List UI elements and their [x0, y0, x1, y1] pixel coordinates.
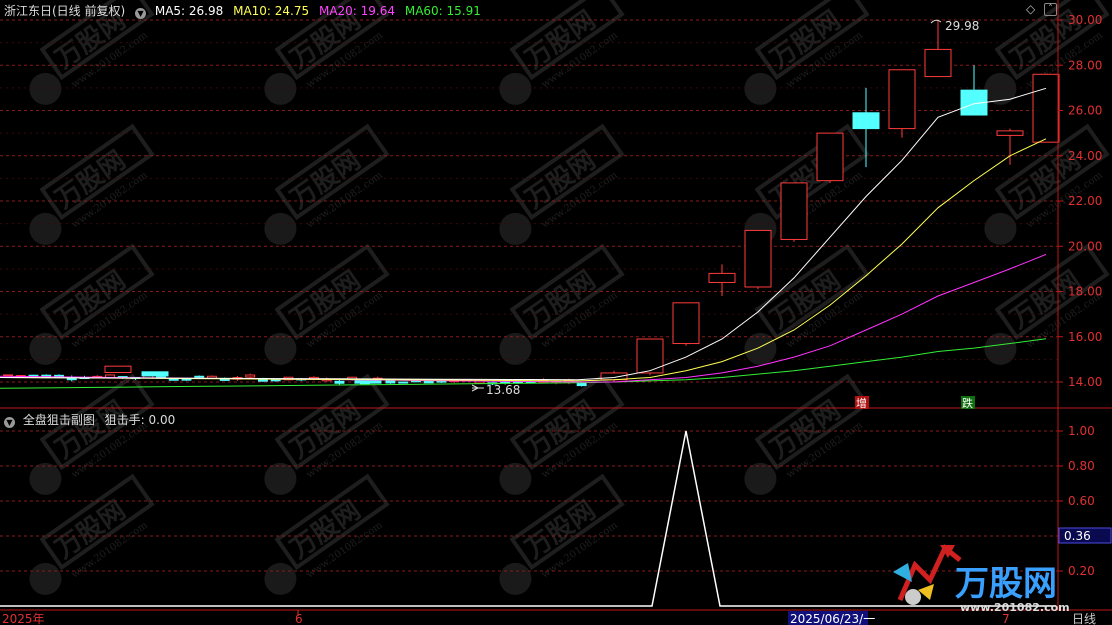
tag-die-label: 跌 — [962, 396, 973, 410]
candle — [1032, 73, 1060, 143]
candle — [888, 69, 916, 130]
candle — [181, 378, 192, 381]
candle — [924, 48, 952, 78]
period-label: 日线 — [1072, 612, 1096, 625]
candle — [270, 379, 281, 382]
watermark-tile: 万股网www.201082.com — [264, 473, 390, 595]
indicator-axis: 1.000.800.600.400.20 — [1058, 424, 1095, 578]
brand-logo: 万股网 www.201082.com — [893, 544, 1070, 614]
main-header: 浙江东日(日线 前复权) ▼ MA5: 26.98 MA10: 24.75 MA… — [4, 2, 487, 19]
x-label-start: 2025年 — [2, 612, 45, 625]
y-tick-label: 28.00 — [1068, 58, 1102, 72]
watermark-tile: 万股网www.201082.com — [984, 243, 1110, 365]
candle — [245, 374, 256, 378]
indicator-value: 狙击手: 0.00 — [104, 413, 176, 427]
watermark-tile: 万股网www.201082.com — [29, 473, 155, 595]
y-tick-label: 22.00 — [1068, 194, 1102, 208]
watermark-tile: 万股网www.201082.com — [29, 123, 155, 245]
candle — [816, 132, 844, 182]
watermark-tile: 万股网www.201082.com — [264, 123, 390, 245]
ma5-label: MA5: 26.98 — [154, 4, 224, 18]
tag-zeng-label: 增 — [856, 396, 867, 410]
candle — [385, 379, 396, 384]
candle — [708, 272, 736, 283]
tag-zeng: 增 — [855, 396, 869, 410]
indicator-title[interactable]: 全盘狙击副图 — [23, 413, 95, 427]
y-tick-label: 0.20 — [1068, 564, 1095, 578]
candle — [141, 371, 169, 377]
candle — [436, 380, 447, 383]
high-label: 29.98 — [945, 19, 979, 33]
watermark-tile: 万股网www.201082.com — [984, 123, 1110, 245]
watermark-tile: 万股网www.201082.com — [29, 243, 155, 365]
candle — [780, 182, 808, 240]
brand-name: 万股网 — [955, 564, 1057, 604]
candle — [334, 380, 345, 384]
candle — [28, 374, 39, 377]
candle — [3, 374, 13, 377]
candle — [636, 338, 664, 374]
y-tick-label: 16.00 — [1068, 330, 1102, 344]
sub-header: ▼ 全盘狙击副图 狙击手: 0.00 — [4, 411, 175, 428]
candle — [104, 365, 132, 373]
candle — [576, 382, 587, 387]
y-tick-label: 24.00 — [1068, 149, 1102, 163]
y-tick-label: 1.00 — [1068, 424, 1095, 438]
y-tick-label: 20.00 — [1068, 239, 1102, 253]
time-axis: 2025年 6 2025/06/23/一 7 日线 — [2, 610, 1096, 625]
header-dropdown-icon[interactable]: ▼ — [135, 8, 147, 19]
y-tick-label: 14.00 — [1068, 375, 1102, 389]
candle — [744, 229, 772, 288]
candle — [398, 381, 409, 384]
x-label-cursor: 2025/06/23/一 — [790, 612, 875, 625]
chart-canvas: 万股网www.201082.com 万股网www.201082.com 万股网www… — [0, 0, 1112, 625]
brand-url: www.201082.com — [960, 601, 1070, 614]
cursor-value-label: 0.36 — [1064, 529, 1091, 543]
y-tick-label: 18.00 — [1068, 285, 1102, 299]
candle — [852, 112, 880, 130]
low-label: 13.68 — [486, 383, 520, 397]
watermark-tile: 万股网www.201082.com — [744, 0, 870, 105]
low-annotation: 13.68 — [471, 383, 520, 397]
tag-die: 跌 — [961, 396, 975, 410]
y-tick-label: 30.00 — [1068, 13, 1102, 27]
watermark-tile: 万股网www.201082.com — [499, 243, 625, 365]
watermark-tile: 万股网www.201082.com — [744, 373, 870, 495]
diamond-icon[interactable]: ◇ — [1026, 2, 1035, 16]
x-label-mid: 6 — [295, 612, 303, 625]
sub-dropdown-icon[interactable]: ▼ — [4, 417, 15, 428]
y-tick-label: 0.60 — [1068, 494, 1095, 508]
watermark-layer: 万股网www.201082.com 万股网www.201082.com 万股网www… — [29, 0, 1110, 595]
candle — [672, 302, 700, 345]
watermark-tile: 万股网www.201082.com — [499, 123, 625, 245]
ma10-label: MA10: 24.75 — [233, 4, 310, 18]
watermark-tile: 万股网www.201082.com — [264, 243, 390, 365]
ma60-label: MA60: 15.91 — [404, 4, 481, 18]
cursor-value-box: 0.36 — [1058, 527, 1112, 544]
candle — [194, 375, 205, 378]
watermark-tile: 万股网www.201082.com — [499, 473, 625, 595]
y-tick-label: 0.80 — [1068, 459, 1095, 473]
watermark-tile: 万股网www.201082.com — [499, 0, 625, 105]
y-tick-label: 26.00 — [1068, 104, 1102, 118]
stock-title[interactable]: 浙江东日(日线 前复权) — [4, 4, 125, 18]
ma20-label: MA20: 19.64 — [318, 4, 396, 18]
collapse-icon[interactable]: ˄ — [1044, 3, 1057, 16]
candle — [996, 130, 1024, 136]
